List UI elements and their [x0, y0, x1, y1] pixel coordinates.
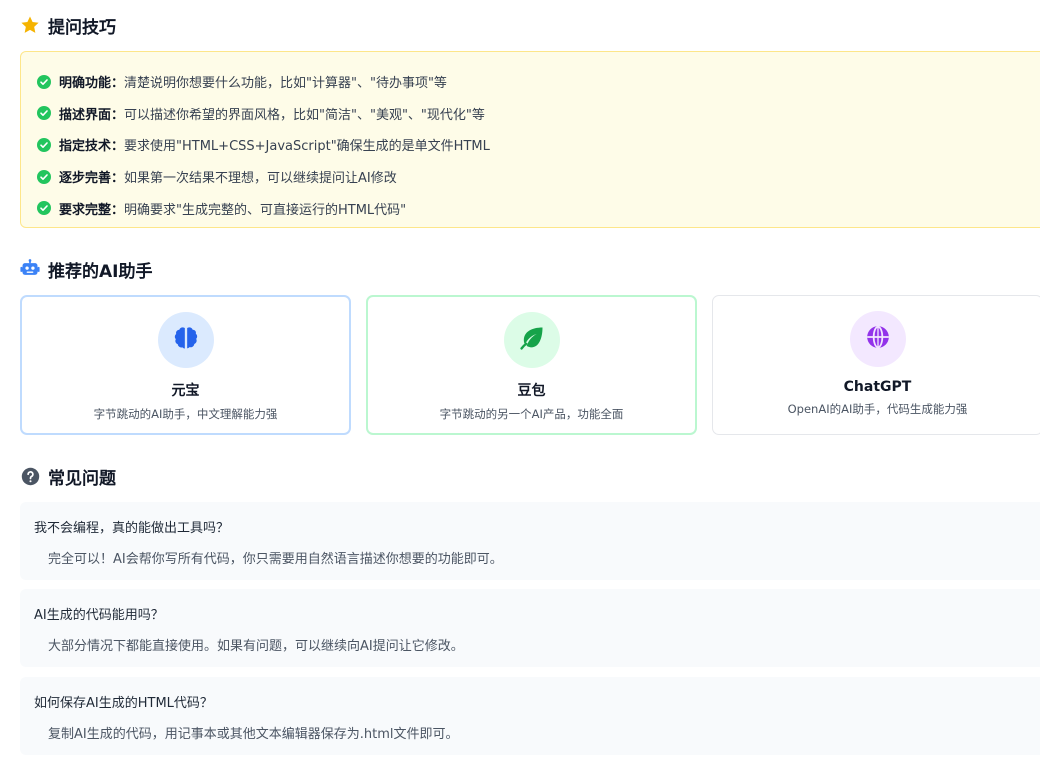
tip-key: 要求完整：	[59, 202, 125, 218]
tip-item: 明确功能： 清楚说明你想要什么功能，比如"计算器"、"待办事项"等	[37, 66, 1040, 98]
ai-title-text: 推荐的AI助手	[48, 261, 153, 282]
assistant-desc: 字节跳动的AI助手，中文理解能力强	[93, 407, 278, 421]
leaf-icon	[518, 324, 546, 356]
tip-text: 如果第一次结果不理想，可以继续提问让AI修改	[124, 171, 397, 187]
check-icon	[37, 74, 51, 89]
assistant-name: 豆包	[517, 383, 546, 399]
faq-section-title: 常见问题	[20, 463, 116, 489]
assistant-name: ChatGPT	[843, 379, 912, 395]
tips-title-text: 提问技巧	[48, 17, 116, 38]
check-icon	[37, 106, 51, 121]
brain-icon	[172, 324, 200, 356]
tip-text: 清楚说明你想要什么功能，比如"计算器"、"待办事项"等	[124, 76, 447, 92]
tip-key: 明确功能：	[59, 76, 125, 92]
faq-answer: 大部分情况下都能直接使用。如果有问题，可以继续向AI提问让它修改。	[48, 639, 464, 654]
ai-section-title: 推荐的AI助手	[20, 256, 152, 282]
tips-section-title: 提问技巧	[20, 12, 116, 38]
check-icon	[37, 201, 51, 216]
faq-answer: 复制AI生成的代码，用记事本或其他文本编辑器保存为.html文件即可。	[48, 727, 459, 742]
tip-text: 要求使用"HTML+CSS+JavaScript"确保生成的是单文件HTML	[124, 139, 490, 155]
tip-key: 描述界面：	[59, 107, 125, 123]
tip-text: 明确要求"生成完整的、可直接运行的HTML代码"	[124, 202, 407, 218]
faq-item[interactable]: AI生成的代码能用吗？ 大部分情况下都能直接使用。如果有问题，可以继续向AI提问…	[20, 589, 1040, 667]
assistant-card-doubao[interactable]: 豆包 字节跳动的另一个AI产品，功能全面	[366, 295, 697, 435]
faq-answer: 完全可以！AI会帮你写所有代码，你只需要用自然语言描述你想要的功能即可。	[48, 552, 503, 567]
tip-item: 描述界面： 可以描述你希望的界面风格，比如"简洁"、"美观"、"现代化"等	[37, 98, 1040, 130]
faq-question: 如何保存AI生成的HTML代码？	[34, 696, 213, 711]
faq-item[interactable]: 如何保存AI生成的HTML代码？ 复制AI生成的代码，用记事本或其他文本编辑器保…	[20, 677, 1040, 755]
faq-question: AI生成的代码能用吗？	[34, 608, 164, 623]
assistant-cards: 元宝 字节跳动的AI助手，中文理解能力强 豆包 字节跳动的另一个AI产品，功能全…	[20, 295, 1040, 435]
tip-key: 逐步完善：	[59, 171, 125, 187]
tip-text: 可以描述你希望的界面风格，比如"简洁"、"美观"、"现代化"等	[124, 107, 485, 123]
tip-item: 要求完整： 明确要求"生成完整的、可直接运行的HTML代码"	[37, 192, 1040, 224]
assistant-avatar	[157, 312, 214, 368]
faq-item[interactable]: 我不会编程，真的能做出工具吗？ 完全可以！AI会帮你写所有代码，你只需要用自然语…	[20, 502, 1040, 580]
globe-icon	[865, 324, 891, 354]
assistant-desc: OpenAI的AI助手，代码生成能力强	[787, 402, 968, 416]
check-icon	[37, 169, 51, 184]
tip-key: 指定技术：	[59, 139, 125, 155]
assistant-name: 元宝	[171, 383, 200, 399]
assistant-card-chatgpt[interactable]: ChatGPT OpenAI的AI助手，代码生成能力强	[712, 295, 1040, 435]
question-circle-icon	[20, 466, 40, 486]
assistant-avatar	[849, 311, 906, 367]
tips-box: 明确功能： 清楚说明你想要什么功能，比如"计算器"、"待办事项"等 描述界面： 可以…	[20, 51, 1040, 228]
tip-item: 指定技术： 要求使用"HTML+CSS+JavaScript"确保生成的是单文件H…	[37, 129, 1040, 161]
assistant-avatar	[503, 312, 560, 368]
robot-icon	[20, 259, 40, 279]
check-icon	[37, 137, 51, 152]
faq-question: 我不会编程，真的能做出工具吗？	[34, 521, 230, 536]
assistant-desc: 字节跳动的另一个AI产品，功能全面	[439, 407, 624, 421]
tip-item: 逐步完善： 如果第一次结果不理想，可以继续提问让AI修改	[37, 161, 1040, 193]
page: 提问技巧 明确功能： 清楚说明你想要什么功能，比如"计算器"、"待办事项"等 描述…	[0, 0, 1040, 758]
assistant-card-yuanbao[interactable]: 元宝 字节跳动的AI助手，中文理解能力强	[20, 295, 351, 435]
faq-title-text: 常见问题	[48, 468, 116, 489]
star-icon	[20, 15, 40, 35]
